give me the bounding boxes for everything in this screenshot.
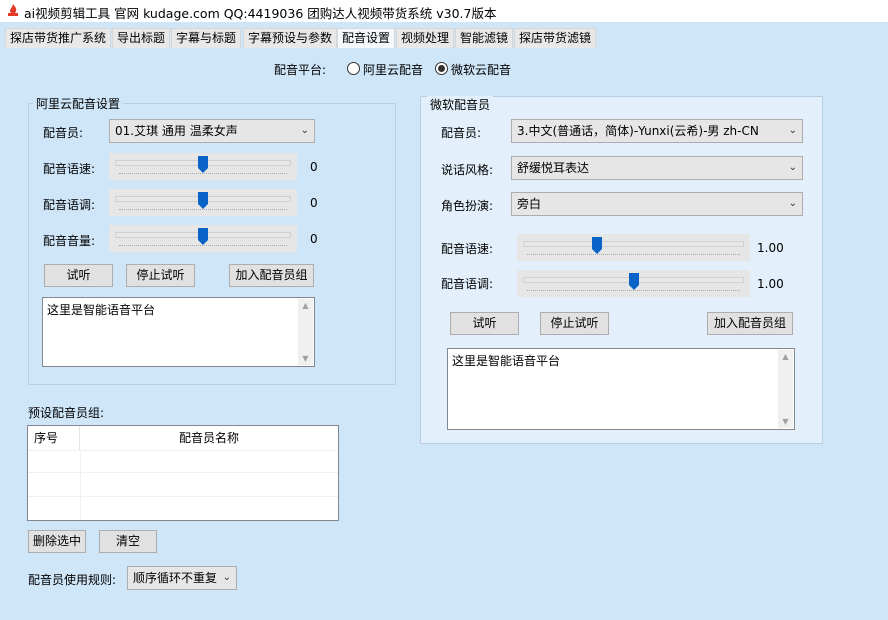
clear-button[interactable]: 清空 — [99, 530, 157, 553]
ms-pitch-slider[interactable] — [517, 270, 750, 297]
tab-video-processing[interactable]: 视频处理 — [396, 28, 455, 48]
tab-smart-filter[interactable]: 智能滤镜 — [455, 28, 514, 48]
chevron-down-icon: ⌄ — [788, 125, 797, 136]
scroll-down-icon[interactable]: ▼ — [778, 417, 793, 426]
ms-voice-select[interactable]: 3.中文(普通话，简体)-Yunxi(云希)-男 zh-CN ⌄ — [511, 119, 803, 143]
ms-speed-thumb[interactable] — [592, 237, 603, 254]
aliyun-volume-label: 配音音量: — [43, 234, 96, 248]
aliyun-voice-select[interactable]: 01.艾琪 通用 温柔女声 ⌄ — [109, 119, 315, 143]
column-header-voice-name[interactable]: 配音员名称 — [80, 426, 338, 450]
ms-role-select[interactable]: 旁白 ⌄ — [511, 192, 803, 216]
aliyun-text-value: 这里是智能语音平台 — [47, 303, 156, 317]
aliyun-voice-value: 01.艾琪 通用 温柔女声 — [115, 124, 238, 138]
ms-role-value: 旁白 — [517, 197, 542, 211]
tab-voice-settings[interactable]: 配音设置 — [337, 28, 396, 48]
table-row — [28, 496, 338, 497]
aliyun-text-scrollbar[interactable]: ▲ ▼ — [298, 299, 313, 365]
aliyun-pitch-thumb[interactable] — [198, 192, 208, 209]
scroll-down-icon[interactable]: ▼ — [298, 354, 313, 363]
ms-speed-slider[interactable] — [517, 234, 750, 261]
ms-speed-value: 1.00 — [757, 241, 784, 255]
aliyun-listen-button[interactable]: 试听 — [44, 264, 113, 287]
title-bar: ai视频剪辑工具 官网 kudage.com QQ:4419036 团购达人视频… — [0, 0, 888, 22]
ms-pitch-thumb[interactable] — [628, 273, 639, 290]
chevron-down-icon: ⌄ — [788, 198, 797, 209]
ms-text-input[interactable]: 这里是智能语音平台 ▲ ▼ — [447, 348, 795, 430]
table-row — [28, 450, 338, 451]
aliyun-pitch-value: 0 — [310, 196, 318, 210]
aliyun-pitch-slider[interactable] — [109, 189, 297, 216]
chevron-down-icon: ⌄ — [788, 162, 797, 173]
column-header-index[interactable]: 序号 — [28, 426, 80, 450]
aliyun-speed-value: 0 — [310, 160, 318, 174]
ms-stop-button[interactable]: 停止试听 — [540, 312, 609, 335]
ms-role-label: 角色扮演: — [441, 199, 494, 213]
scroll-up-icon[interactable]: ▲ — [778, 352, 793, 361]
platform-label: 配音平台: — [274, 63, 327, 77]
window-title: ai视频剪辑工具 官网 kudage.com QQ:4419036 团购达人视频… — [24, 6, 497, 21]
radio-microsoft-label[interactable]: 微软云配音 — [451, 61, 511, 78]
rule-select[interactable]: 顺序循环不重复 ⌄ — [127, 566, 237, 590]
aliyun-speed-thumb[interactable] — [198, 156, 208, 173]
rule-label: 配音员使用规则: — [28, 573, 117, 587]
radio-aliyun[interactable] — [347, 62, 360, 75]
ms-add-group-button[interactable]: 加入配音员组 — [707, 312, 793, 335]
ms-listen-button[interactable]: 试听 — [450, 312, 519, 335]
flame-app-icon — [8, 4, 18, 16]
tab-store-promotion[interactable]: 探店带货推广系统 — [5, 28, 112, 48]
tab-subtitle-title[interactable]: 字幕与标题 — [171, 28, 242, 48]
aliyun-speed-label: 配音语速: — [43, 162, 96, 176]
ms-pitch-label: 配音语调: — [441, 277, 494, 291]
table-row — [28, 472, 338, 473]
aliyun-volume-thumb[interactable] — [198, 228, 208, 245]
aliyun-volume-value: 0 — [310, 232, 318, 246]
tab-store-filter[interactable]: 探店带货滤镜 — [514, 28, 597, 48]
ms-text-value: 这里是智能语音平台 — [452, 354, 561, 368]
ms-style-label: 说话风格: — [441, 163, 494, 177]
radio-aliyun-label[interactable]: 阿里云配音 — [363, 61, 423, 78]
ms-voice-label: 配音员: — [441, 126, 482, 140]
rule-value: 顺序循环不重复 — [133, 571, 218, 585]
aliyun-volume-slider[interactable] — [109, 225, 297, 252]
preset-label: 预设配音员组: — [28, 406, 105, 420]
ms-voice-value: 3.中文(普通话，简体)-Yunxi(云希)-男 zh-CN — [517, 124, 759, 138]
aliyun-stop-button[interactable]: 停止试听 — [126, 264, 195, 287]
aliyun-speed-slider[interactable] — [109, 153, 297, 180]
column-divider — [80, 450, 81, 520]
delete-selected-button[interactable]: 删除选中 — [28, 530, 86, 553]
aliyun-add-group-button[interactable]: 加入配音员组 — [229, 264, 314, 287]
scroll-up-icon[interactable]: ▲ — [298, 301, 313, 310]
aliyun-group-title: 阿里云配音设置 — [33, 95, 124, 112]
ms-style-select[interactable]: 舒缓悦耳表达 ⌄ — [511, 156, 803, 180]
ms-pitch-value: 1.00 — [757, 277, 784, 291]
chevron-down-icon: ⌄ — [222, 572, 231, 583]
ms-text-scrollbar[interactable]: ▲ ▼ — [778, 350, 793, 428]
preset-listview[interactable]: 序号 配音员名称 — [27, 425, 339, 521]
tab-subtitle-presets[interactable]: 字幕预设与参数 — [243, 28, 338, 48]
ms-style-value: 舒缓悦耳表达 — [517, 161, 590, 175]
chevron-down-icon: ⌄ — [300, 125, 309, 136]
aliyun-pitch-label: 配音语调: — [43, 198, 96, 212]
aliyun-text-input[interactable]: 这里是智能语音平台 ▲ ▼ — [42, 297, 315, 367]
microsoft-group-title: 微软配音员 — [427, 96, 494, 113]
aliyun-voice-label: 配音员: — [43, 126, 84, 140]
radio-microsoft[interactable] — [435, 62, 448, 75]
ms-speed-label: 配音语速: — [441, 242, 494, 256]
tab-export-title[interactable]: 导出标题 — [112, 28, 171, 48]
